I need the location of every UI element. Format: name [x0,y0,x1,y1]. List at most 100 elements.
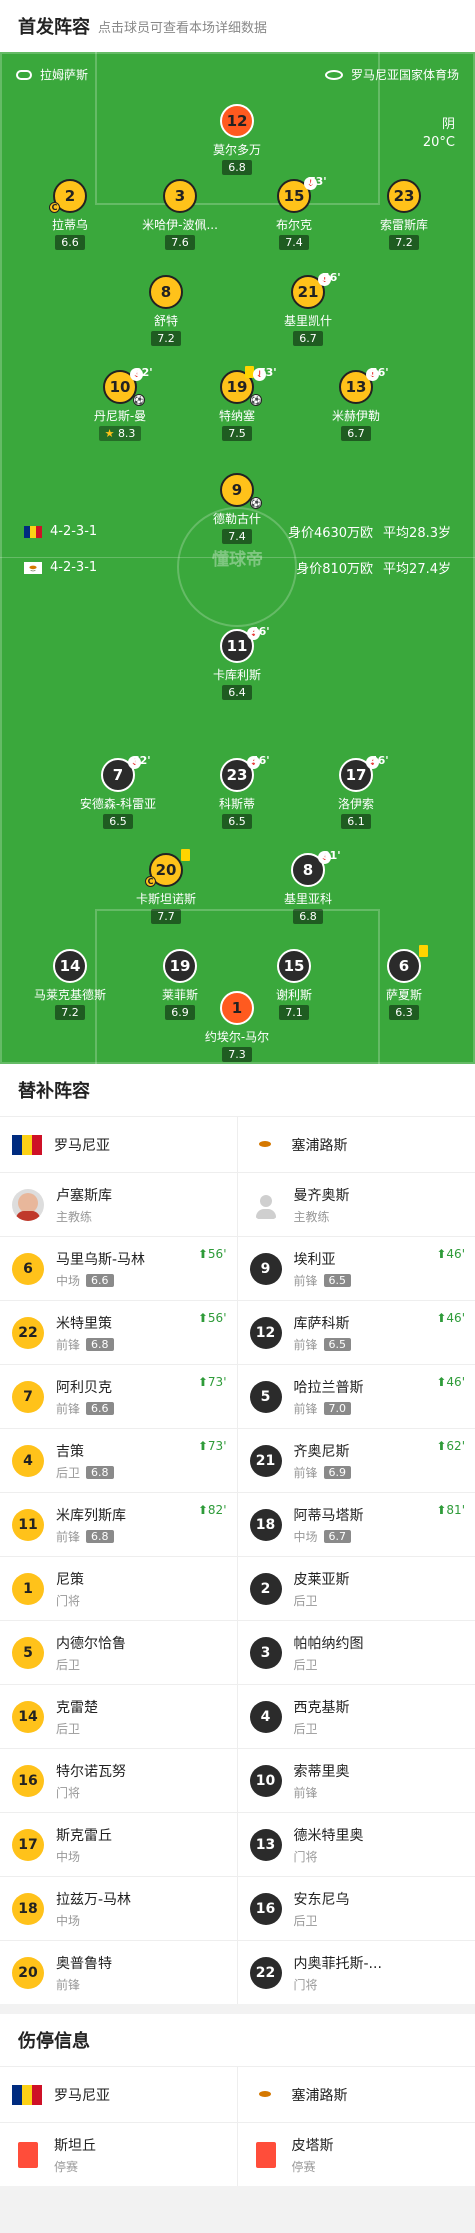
player-rating: 6.8 [222,160,252,175]
sub-in-icon: ⬆ [436,1247,447,1261]
sub-player-home[interactable]: 11 米库列斯库 前锋 6.8 ⬆82' [0,1492,238,1556]
player-name: 尼策 [56,1571,84,1588]
sub-player-away[interactable]: 3 帕帕纳约图 后卫 [237,1620,475,1684]
sub-player-away[interactable]: 12 库萨科斯 前锋 6.5 ⬆46' [237,1300,475,1364]
player-number-wrap: 21 ↓ 56' [291,271,341,309]
sub-in-time: ⬆56' [198,1247,227,1261]
player-name: 德勒古什 [212,512,261,526]
player-number: 20 [155,861,177,879]
sub-minute: 56' [370,366,389,379]
player-home-10[interactable]: 10 ↓ 82' ⚽ 丹尼斯-曼 ★ 8.3 [60,366,180,441]
player-number: 10 [109,378,131,396]
home-team-header: 罗马尼亚 [0,1116,238,1172]
sub-player-home[interactable]: 18 拉兹万-马林 中场 [0,1876,238,1940]
player-home-19[interactable]: 19 ↓ 73' ⚽ 特纳塞 7.5 [177,366,297,441]
player-meta: 中场 [56,1848,112,1865]
sub-player-away[interactable]: 18 阿蒂马塔斯 中场 6.7 ⬆81' [237,1492,475,1556]
player-number: 12 [220,104,254,138]
player-home-3[interactable]: 3 米哈伊-波佩... 7.6 [120,179,240,250]
player-name: 布尔克 [275,218,312,232]
player-home-9[interactable]: 9 ⚽ 德勒古什 7.4 [177,473,297,544]
player-number: 5 [12,1636,44,1669]
injury-away-player[interactable]: 皮塔斯 停赛 [237,2122,475,2186]
sub-player-home[interactable]: 17 斯克雷丘 中场 [0,1812,238,1876]
player-meta: 前锋 6.8 [56,1528,126,1545]
player-name: 皮塔斯 [291,2137,334,2154]
player-home-15[interactable]: 15 ↓ 73' 布尔克 7.4 [234,175,354,250]
watermark: 懂球帝 [212,550,263,570]
player-number: 10 [249,1764,282,1797]
player-name: 吉策 [56,1443,84,1460]
player-home-23[interactable]: 23 索雷斯库 7.2 [344,179,464,250]
sub-in-time: ⬆46' [436,1247,465,1261]
sub-player-away[interactable]: 2 皮莱亚斯 后卫 [237,1556,475,1620]
sub-player-home[interactable]: 22 米特里策 前锋 6.8 ⬆56' [0,1300,238,1364]
player-away-7[interactable]: 7 ↓ 62' 安德森-科雷亚 6.5 [58,754,178,829]
player-meta: 门将 [56,1784,126,1801]
sub-in-time: ⬆81' [436,1503,465,1517]
lineup-subtitle: 点击球员可查看本场详细数据 [98,20,268,36]
sub-minute: 82' [134,366,153,379]
player-home-8[interactable]: 8 舒特 7.2 [106,275,226,346]
player-number-wrap: 7 ↓ 62' [101,754,151,792]
player-rating: 7.5 [222,426,252,441]
player-meta: 前锋 7.0 [294,1400,364,1417]
sub-player-away[interactable]: 21 齐奥尼斯 前锋 6.9 ⬆62' [237,1428,475,1492]
player-name: 米库列斯库 [56,1507,126,1524]
sub-player-away[interactable]: 10 索蒂里奥 前锋 [237,1748,475,1812]
player-away-8[interactable]: 8 ↓ 81' 基里亚科 6.8 [248,849,368,924]
player-away-gk[interactable]: 1 约埃尔-马尔 7.3 [177,991,297,1062]
injury-away-team: 塞浦路斯 [237,2066,475,2122]
player-away-6[interactable]: 6 萨夏斯 6.3 [344,945,464,1020]
player-home-2[interactable]: 2C 拉蒂乌 6.6 [10,179,130,250]
player-name: 萨夏斯 [385,988,422,1002]
player-rating: 7.2 [151,331,181,346]
player-number: 16 [12,1764,44,1797]
sub-player-home[interactable]: 4 吉策 后卫 6.8 ⬆73' [0,1428,238,1492]
player-number: 9 [249,1252,282,1285]
player-number: 13 [249,1828,282,1861]
player-away-23[interactable]: 23 ↓ 46' 科斯蒂 6.5 [177,754,297,829]
player-name: 阿蒂马塔斯 [293,1507,364,1524]
player-number: 7 [12,1380,44,1413]
sub-player-away[interactable]: 16 安东尼乌 后卫 [237,1876,475,1940]
sub-player-home[interactable]: 14 克雷楚 后卫 [0,1684,238,1748]
player-rating: 6.1 [341,814,371,829]
sub-player-away[interactable]: 5 哈拉兰普斯 前锋 7.0 ⬆46' [237,1364,475,1428]
player-away-20[interactable]: 20 C 卡斯坦诺斯 7.7 [106,849,226,924]
sub-player-away[interactable]: 13 德米特里奥 门将 [237,1812,475,1876]
sub-player-home[interactable]: 20 奥普鲁特 前锋 [0,1940,238,2004]
player-name: 卡斯坦诺斯 [135,892,196,906]
sub-in-icon: ⬆ [197,1503,208,1517]
player-rating-wrap: ★ 8.3 [98,426,142,441]
player-home-13[interactable]: 13 ↓ 56' 米赫伊勒 6.7 [296,366,416,441]
sub-player-home[interactable]: 7 阿利贝克 前锋 6.6 ⬆73' [0,1364,238,1428]
player-position: 前锋 [293,1337,318,1352]
sub-minute: 46' [251,625,270,638]
player-number: 9 [231,481,243,499]
player-home-gk[interactable]: 12 莫尔多万 6.8 [177,104,297,175]
sub-player-home[interactable]: 6 马里乌斯-马林 中场 6.6 ⬆56' [0,1236,238,1300]
player-meta: 后卫 [56,1720,98,1737]
captain-icon: C [49,202,60,213]
sub-player-home[interactable]: 1 尼策 门将 [0,1556,238,1620]
sub-player-away[interactable]: 4 西克基斯 后卫 [237,1684,475,1748]
sub-in-icon: ⬆ [436,1311,447,1325]
player-away-14[interactable]: 14 马莱克基德斯 7.2 [10,949,130,1020]
sub-player-home[interactable]: 5 内德尔恰鲁 后卫 [0,1620,238,1684]
player-name: 特尔诺瓦努 [56,1763,126,1780]
sub-player-home[interactable]: 16 特尔诺瓦努门将 [0,1748,238,1812]
player-away-11[interactable]: 11 ↓ 46' 卡库利斯 6.4 [177,625,297,700]
away-coach[interactable]: 曼齐奥斯 主教练 [237,1172,475,1236]
player-name: 马莱克基德斯 [33,988,106,1002]
player-number-wrap: 11 ↓ 46' [220,625,270,663]
sub-in-icon: ⬆ [197,1439,208,1453]
player-meta: 前锋 6.5 [294,1336,352,1353]
player-home-21[interactable]: 21 ↓ 56' 基里凯什 6.7 [248,271,368,346]
player-away-17[interactable]: 17 ↓ 46' 洛伊索 6.1 [296,754,416,829]
home-coach[interactable]: 卢塞斯库 主教练 [0,1172,238,1236]
sub-player-away[interactable]: 9 埃利亚 前锋 6.5 ⬆46' [237,1236,475,1300]
sub-in-time: ⬆56' [198,1311,227,1325]
injury-home-player[interactable]: 斯坦丘 停赛 [0,2122,238,2186]
sub-player-away[interactable]: 22 内奥菲托斯-... 门将 [237,1940,475,2004]
